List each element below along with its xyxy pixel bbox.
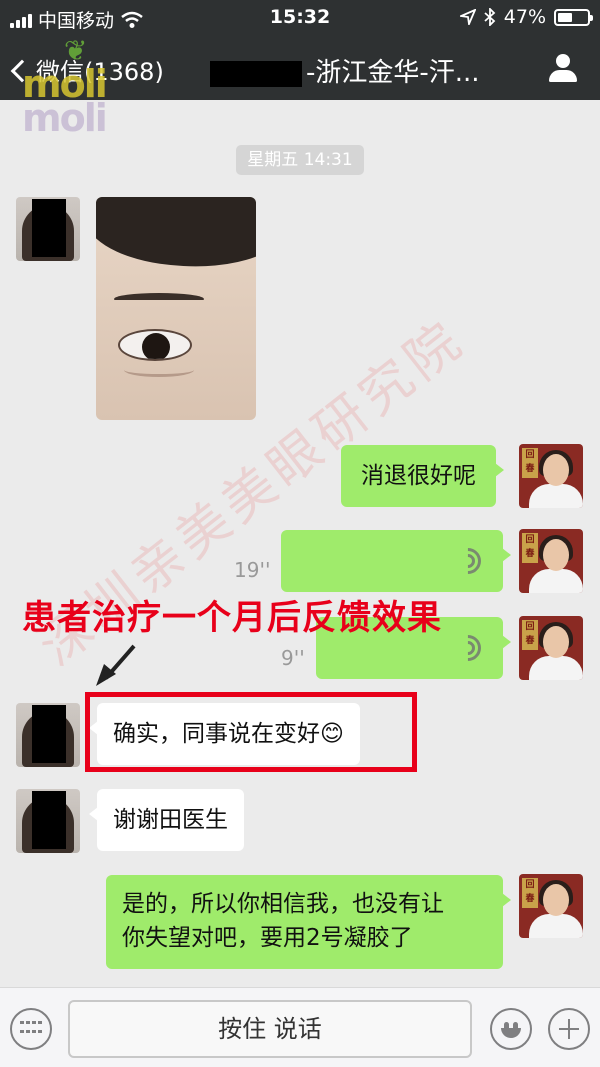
avatar[interactable]: 回春 bbox=[519, 444, 583, 508]
chat-title: -浙江金华-汗... bbox=[210, 52, 520, 89]
avatar[interactable] bbox=[16, 197, 80, 261]
avatar[interactable] bbox=[16, 789, 80, 853]
emoji-icon[interactable] bbox=[490, 1008, 532, 1050]
input-bar: 按住 说话 bbox=[0, 987, 600, 1067]
location-icon bbox=[459, 9, 476, 25]
message-text: 消退很好呢 bbox=[361, 463, 476, 489]
voice-message[interactable] bbox=[281, 530, 511, 592]
message-bubble-doctor[interactable]: 消退很好呢 bbox=[341, 445, 504, 507]
message-text-line-1: 是的，所以你相信我，也没有让 bbox=[122, 891, 444, 917]
person-icon[interactable] bbox=[548, 54, 578, 84]
avatar[interactable] bbox=[16, 703, 80, 767]
highlight-box bbox=[85, 692, 417, 772]
voice-duration: 9'' bbox=[281, 646, 305, 670]
annotation-caption: 患者治疗一个月后反馈效果 bbox=[22, 598, 442, 638]
redaction-block bbox=[32, 199, 66, 257]
redaction-block bbox=[32, 791, 66, 849]
message-text: 谢谢田医生 bbox=[113, 807, 228, 833]
redaction-block bbox=[32, 705, 66, 763]
plus-icon[interactable] bbox=[548, 1008, 590, 1050]
message-text-line-2: 你失望对吧，要用2号凝胶了 bbox=[122, 925, 413, 951]
image-message[interactable] bbox=[96, 197, 256, 420]
status-right: 47% bbox=[459, 6, 593, 28]
avatar[interactable]: 回春 bbox=[519, 874, 583, 938]
avatar[interactable]: 回春 bbox=[519, 529, 583, 593]
chat-title-text: -浙江金华-汗... bbox=[306, 58, 480, 88]
message-bubble-doctor[interactable]: 是的，所以你相信我，也没有让 你失望对吧，要用2号凝胶了 bbox=[106, 875, 511, 969]
bluetooth-icon bbox=[484, 8, 496, 26]
arrow-icon bbox=[96, 644, 136, 686]
voice-wave-icon bbox=[449, 542, 487, 580]
redacted-name bbox=[210, 60, 302, 87]
voice-duration: 19'' bbox=[234, 558, 271, 582]
logo-reflection: moli bbox=[22, 96, 108, 140]
voice-wave-icon bbox=[449, 629, 487, 667]
battery-icon bbox=[554, 8, 593, 26]
keyboard-icon[interactable] bbox=[10, 1008, 52, 1050]
hold-to-talk-button[interactable]: 按住 说话 bbox=[68, 1000, 472, 1058]
status-bar: 中国移动 15:32 47% bbox=[0, 0, 600, 36]
watermark-logo: ❦ moli moli bbox=[22, 34, 142, 140]
message-bubble-patient[interactable]: 谢谢田医生 bbox=[89, 789, 244, 851]
chat-timestamp: 星期五 14:31 bbox=[236, 145, 364, 175]
battery-percent: 47% bbox=[503, 6, 546, 28]
avatar[interactable]: 回春 bbox=[519, 616, 583, 680]
